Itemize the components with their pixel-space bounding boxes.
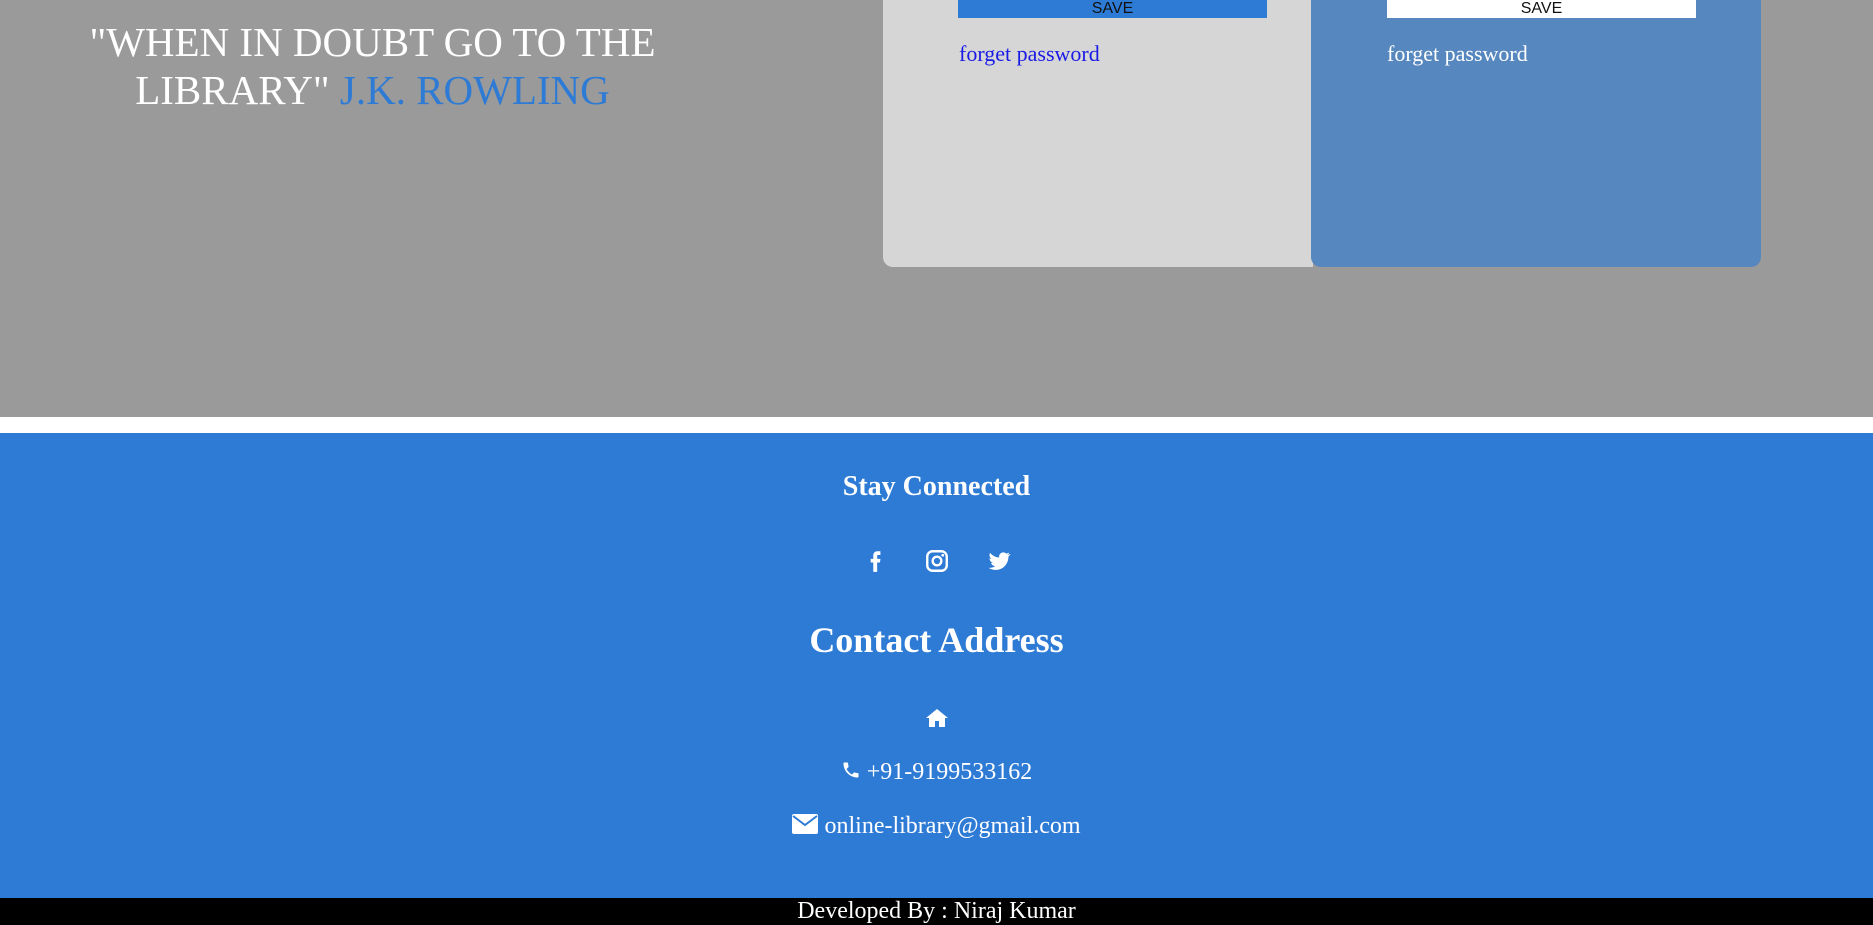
stay-connected-heading: Stay Connected — [842, 471, 1031, 502]
envelope-icon — [792, 813, 819, 841]
footer: Stay Connected Contact Address +91-91995… — [0, 433, 1873, 898]
hero-section: "WHEN IN DOUBT GO TO THE LIBRARY" J.K. R… — [0, 0, 1873, 417]
home-address — [0, 707, 1873, 734]
hero-quote: "WHEN IN DOUBT GO TO THE LIBRARY" J.K. R… — [40, 18, 705, 114]
phone-contact: +91-9199533162 — [0, 759, 1873, 787]
twitter-icon[interactable] — [986, 548, 1012, 574]
phone-icon — [841, 760, 861, 787]
contact-address-heading: Contact Address — [809, 620, 1064, 660]
home-icon — [925, 707, 949, 734]
developer-credit: Developed By : Niraj Kumar — [0, 898, 1873, 925]
quote-author: J.K. ROWLING — [339, 67, 610, 113]
facebook-icon[interactable] — [862, 548, 888, 574]
email-contact: online-library@gmail.com — [0, 813, 1873, 841]
login-card-user: SAVE forget password — [883, 0, 1313, 267]
login-card-admin: SAVE forget password — [1311, 0, 1761, 267]
instagram-icon[interactable] — [924, 548, 950, 574]
forget-password-link[interactable]: forget password — [1387, 41, 1528, 67]
save-button[interactable]: SAVE — [1387, 0, 1696, 18]
social-links — [0, 548, 1873, 574]
phone-number: +91-9199533162 — [866, 759, 1033, 785]
forget-password-link[interactable]: forget password — [959, 41, 1100, 67]
email-address: online-library@gmail.com — [824, 813, 1081, 839]
save-button[interactable]: SAVE — [958, 0, 1267, 18]
